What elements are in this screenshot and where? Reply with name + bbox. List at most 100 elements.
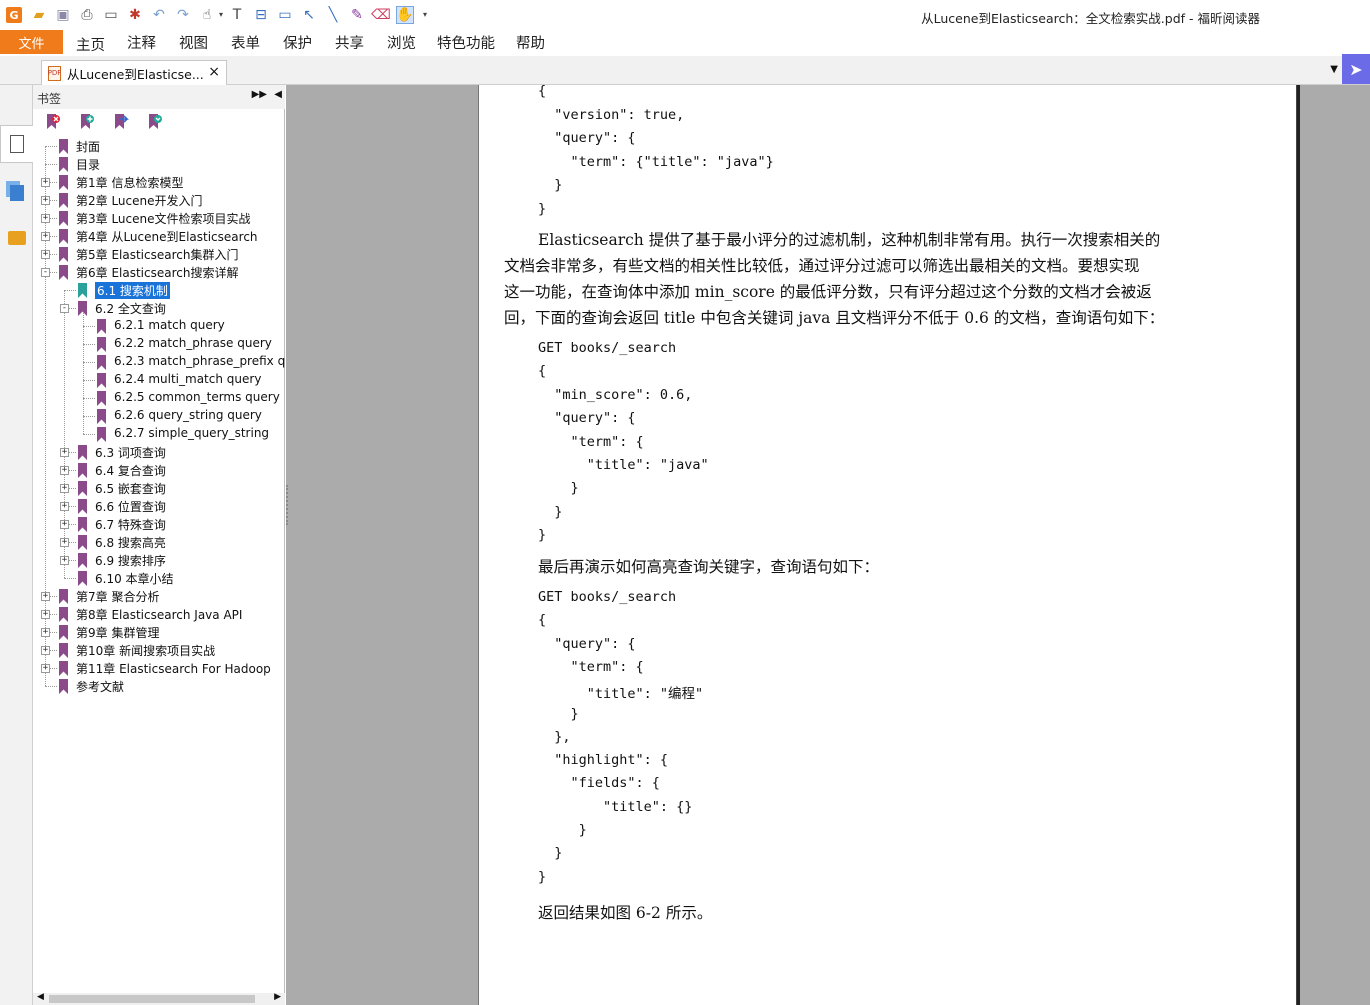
- bookmark-item[interactable]: + 第4章 从Lucene到Elasticsearch: [33, 227, 285, 245]
- close-tab-icon[interactable]: ×: [208, 64, 220, 80]
- line-icon[interactable]: ╲: [324, 6, 342, 24]
- menu-file[interactable]: 文件: [0, 30, 63, 54]
- expand-icon[interactable]: +: [41, 250, 50, 259]
- expand-icon[interactable]: +: [41, 628, 50, 637]
- print-icon[interactable]: ⎙: [78, 6, 96, 24]
- bookmark-item[interactable]: +6.6 位置查询: [33, 497, 285, 515]
- arrow-icon[interactable]: ↖: [300, 6, 318, 24]
- bookmark-icon: [78, 553, 87, 568]
- expand-icon[interactable]: +: [60, 484, 69, 493]
- bookmark-item[interactable]: 目录: [33, 155, 285, 173]
- menu-view[interactable]: 视图: [179, 32, 208, 53]
- scroll-left-icon[interactable]: ◀: [37, 992, 44, 1002]
- scroll-right-icon[interactable]: ▶: [274, 992, 281, 1002]
- panel-splitter[interactable]: [286, 485, 291, 525]
- bookmark-item[interactable]: + 第3章 Lucene文件检索项目实战: [33, 209, 285, 227]
- expand-icon[interactable]: +: [41, 196, 50, 205]
- expand-icon[interactable]: +: [60, 556, 69, 565]
- bookmark-item[interactable]: 6.2.7 simple_query_string: [33, 425, 285, 443]
- bookmark-item[interactable]: 6.2.2 match_phrase query: [33, 335, 285, 353]
- bookmark-label: 第7章 聚合分析: [76, 590, 160, 604]
- bookmark-item[interactable]: +6.3 词项查询: [33, 443, 285, 461]
- expand-icon[interactable]: +: [60, 502, 69, 511]
- tab-list-dropdown-icon[interactable]: ▼: [1330, 64, 1338, 75]
- pages-icon: [10, 185, 24, 201]
- menu-browse[interactable]: 浏览: [387, 32, 416, 53]
- expand-icon[interactable]: +: [60, 466, 69, 475]
- tree-connector: [83, 380, 95, 381]
- bookmark-item[interactable]: - 6.2 全文查询: [33, 299, 285, 317]
- expand-icon[interactable]: +: [41, 214, 50, 223]
- expand-icon[interactable]: +: [60, 448, 69, 457]
- redo-icon[interactable]: ↷: [174, 6, 192, 24]
- expand-icon[interactable]: +: [41, 232, 50, 241]
- bookmark-horizontal-scrollbar[interactable]: ◀ ▶: [33, 992, 285, 1005]
- bookmark-item[interactable]: + 第2章 Lucene开发入门: [33, 191, 285, 209]
- menu-features[interactable]: 特色功能: [437, 32, 495, 53]
- hand-icon[interactable]: ✋: [396, 6, 414, 24]
- bookmark-item[interactable]: +6.5 嵌套查询: [33, 479, 285, 497]
- bookmark-item[interactable]: 6.1 搜索机制: [33, 281, 285, 299]
- pencil-icon[interactable]: ✎: [348, 6, 366, 24]
- email-icon[interactable]: ▭: [102, 6, 120, 24]
- delete-bookmark-icon[interactable]: [43, 113, 61, 131]
- bookmark-item[interactable]: 6.2.6 query_string query: [33, 407, 285, 425]
- bookmark-item[interactable]: 6.2.4 multi_match query: [33, 371, 285, 389]
- bookmark-item[interactable]: + 第8章 Elasticsearch Java API: [33, 605, 285, 623]
- save-icon[interactable]: ▣: [54, 6, 72, 24]
- collapse-icon[interactable]: -: [41, 268, 50, 277]
- bookmark-item[interactable]: + 第1章 信息检索模型: [33, 173, 285, 191]
- typewriter-icon[interactable]: T: [228, 6, 246, 24]
- open-icon[interactable]: ▰: [30, 6, 48, 24]
- menu-home[interactable]: 主页: [76, 34, 105, 55]
- expand-bookmark-icon[interactable]: [145, 113, 163, 131]
- bookmark-item[interactable]: +6.4 复合查询: [33, 461, 285, 479]
- menu-protect[interactable]: 保护: [283, 32, 312, 53]
- bookmark-item[interactable]: + 第7章 聚合分析: [33, 587, 285, 605]
- menu-share[interactable]: 共享: [335, 32, 364, 53]
- move-bookmark-icon[interactable]: [111, 113, 129, 131]
- undo-icon[interactable]: ↶: [150, 6, 168, 24]
- bookmark-item[interactable]: 6.2.1 match query: [33, 317, 285, 335]
- menu-comment[interactable]: 注释: [127, 32, 156, 53]
- bookmark-panel-button[interactable]: [0, 125, 33, 163]
- toolbar-more-icon[interactable]: ▾: [416, 6, 434, 24]
- expand-icon[interactable]: +: [41, 592, 50, 601]
- expand-icon[interactable]: +: [41, 178, 50, 187]
- expand-icon[interactable]: +: [41, 610, 50, 619]
- bookmark-item[interactable]: + 第9章 集群管理: [33, 623, 285, 641]
- comments-panel-button[interactable]: [5, 225, 29, 251]
- scrollbar-thumb[interactable]: [49, 995, 255, 1003]
- eraser-icon[interactable]: ⌫: [371, 6, 391, 24]
- bookmark-item[interactable]: + 第10章 新闻搜索项目实战: [33, 641, 285, 659]
- menu-help[interactable]: 帮助: [516, 32, 545, 53]
- bookmark-item[interactable]: + 第11章 Elasticsearch For Hadoop: [33, 659, 285, 677]
- bookmark-item[interactable]: 6.2.3 match_phrase_prefix que: [33, 353, 285, 371]
- add-bookmark-icon[interactable]: [77, 113, 95, 131]
- bookmark-item[interactable]: 参考文献: [33, 677, 285, 695]
- bookmark-item[interactable]: 6.10 本章小结: [33, 569, 285, 587]
- panel-collapse-icon[interactable]: ◀: [274, 89, 282, 100]
- document-viewport[interactable]: { "version": true, "query": { "term": {"…: [286, 83, 1370, 1005]
- thumbnail-panel-button[interactable]: [5, 180, 29, 206]
- collapse-icon[interactable]: -: [60, 304, 69, 313]
- document-tab[interactable]: PDF 从Lucene到Elasticse... ×: [41, 60, 227, 85]
- bookmark-item[interactable]: - 第6章 Elasticsearch搜索详解: [33, 263, 285, 281]
- rectangle-icon[interactable]: ▭: [276, 6, 294, 24]
- bookmark-item[interactable]: +6.9 搜索排序: [33, 551, 285, 569]
- bookmark-item[interactable]: +6.7 特殊查询: [33, 515, 285, 533]
- menu-form[interactable]: 表单: [231, 32, 260, 53]
- expand-icon[interactable]: +: [60, 520, 69, 529]
- expand-icon[interactable]: +: [60, 538, 69, 547]
- expand-icon[interactable]: +: [41, 664, 50, 673]
- bookmark-item[interactable]: + 第5章 Elasticsearch集群入门: [33, 245, 285, 263]
- app-logo-icon[interactable]: G: [6, 7, 22, 23]
- comment-icon[interactable]: ⊟: [252, 6, 270, 24]
- plugin-corner-icon[interactable]: ➤: [1342, 54, 1370, 84]
- new-icon[interactable]: ✱: [126, 6, 144, 24]
- bookmark-item[interactable]: 封面: [33, 137, 285, 155]
- expand-icon[interactable]: +: [41, 646, 50, 655]
- bookmark-item[interactable]: 6.2.5 common_terms query: [33, 389, 285, 407]
- panel-expand-icon[interactable]: ▶▶: [252, 89, 267, 100]
- bookmark-item[interactable]: +6.8 搜索高亮: [33, 533, 285, 551]
